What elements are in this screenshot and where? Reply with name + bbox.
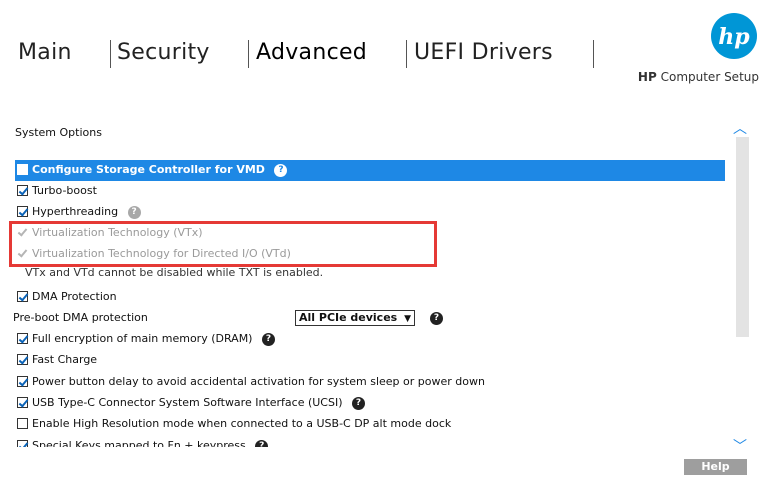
scrollbar-track[interactable] (736, 137, 749, 337)
option-label: DMA Protection (32, 290, 117, 303)
chevron-up-icon[interactable]: ︿ (733, 118, 747, 138)
tab-advanced[interactable]: Advanced (256, 38, 367, 68)
checkbox[interactable] (17, 418, 28, 429)
hp-logo-text: hp (718, 24, 750, 50)
checkbox[interactable] (17, 397, 28, 408)
checkbox[interactable] (17, 440, 28, 447)
option-label: Enable High Resolution mode when connect… (32, 417, 452, 430)
tab-separator (593, 40, 594, 68)
preboot-dma-label: Pre-boot DMA protection (13, 311, 148, 324)
option-label: Full encryption of main memory (DRAM) (32, 332, 253, 345)
brand-rest: Computer Setup (660, 70, 759, 84)
question-circle-icon[interactable]: ? (261, 332, 275, 346)
checkbox[interactable] (17, 291, 28, 302)
tab-separator (406, 40, 407, 68)
tab-uefi-drivers[interactable]: UEFI Drivers (414, 38, 553, 68)
tab-bar: Main Security Advanced UEFI Drivers (0, 38, 600, 70)
option-label: Power button delay to avoid accidental a… (32, 375, 485, 388)
question-circle-icon[interactable]: ? (127, 205, 141, 219)
option-label: Hyperthreading (32, 205, 119, 218)
checkbox[interactable] (17, 333, 28, 344)
option-label: Special Keys mapped to Fn + keypress (32, 439, 246, 447)
option-label: USB Type-C Connector System Software Int… (32, 396, 343, 409)
section-title: System Options (15, 126, 102, 139)
hp-logo: hp (711, 13, 757, 59)
option-label: Fast Charge (32, 353, 98, 366)
preboot-dma-select[interactable]: All PCIe devices ▼ (295, 310, 415, 326)
checkbox[interactable] (17, 164, 28, 175)
chevron-down-icon: ▼ (404, 314, 411, 324)
tab-separator (110, 40, 111, 68)
tab-main[interactable]: Main (18, 38, 72, 68)
brand-bold: HP (637, 70, 657, 84)
brand-title: HP Computer Setup (638, 70, 759, 84)
checkbox[interactable] (17, 354, 28, 365)
checkbox[interactable] (17, 206, 28, 217)
clipped-row-container: Special Keys mapped to Fn + keypress ? (0, 436, 730, 447)
vt-note: VTx and VTd cannot be disabled while TXT… (25, 266, 324, 279)
help-button[interactable]: Help (684, 459, 747, 475)
question-circle-icon[interactable]: ? (352, 396, 366, 410)
question-circle-icon[interactable]: ? (255, 439, 269, 447)
option-label: Configure Storage Controller for VMD (32, 163, 265, 176)
select-value: All PCIe devices (299, 311, 398, 324)
tab-separator (248, 40, 249, 68)
highlight-annotation-box (9, 221, 437, 267)
chevron-down-icon[interactable]: ﹀ (733, 436, 747, 456)
hp-logo-icon: hp (718, 24, 750, 50)
checkbox[interactable] (17, 185, 28, 196)
tab-security[interactable]: Security (117, 38, 210, 68)
option-label: Turbo-boost (32, 184, 97, 197)
question-circle-icon[interactable]: ? (430, 312, 443, 325)
question-circle-icon[interactable]: ? (274, 163, 288, 177)
checkbox[interactable] (17, 376, 28, 387)
